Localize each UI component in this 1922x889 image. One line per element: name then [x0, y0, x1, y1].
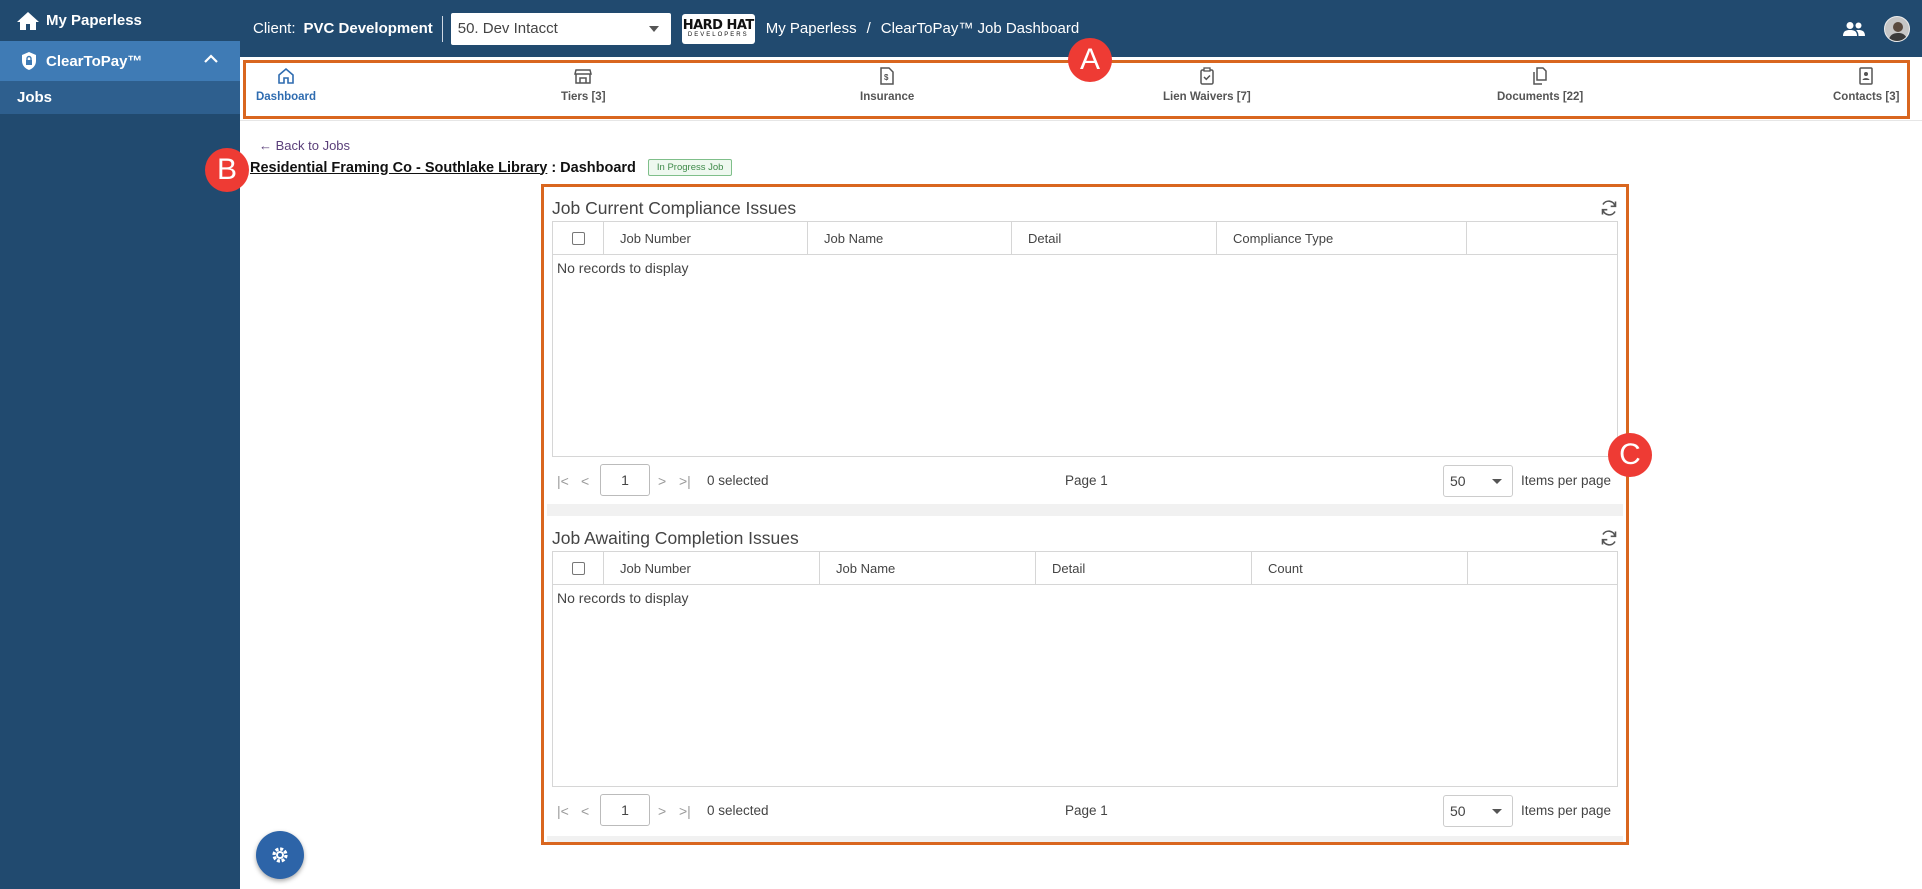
- client-name: PVC Development: [303, 20, 433, 37]
- company-logo: HARD HAT DEVELOPERS: [681, 13, 755, 44]
- column-header[interactable]: Compliance Type: [1217, 222, 1467, 254]
- user-avatar-icon: [1888, 21, 1908, 41]
- client-label: Client:: [253, 20, 296, 37]
- selected-count: 0 selected: [707, 473, 769, 488]
- header-actions: [1842, 0, 1922, 57]
- page-size-select[interactable]: 50: [1443, 465, 1513, 497]
- status-badge: In Progress Job: [647, 159, 733, 176]
- annotation-badge-b: B: [205, 148, 249, 192]
- select-all-cell: [553, 222, 604, 254]
- empty-message: No records to display: [557, 260, 689, 276]
- chevron-down-icon: [1492, 809, 1502, 814]
- column-header[interactable]: Detail: [1036, 552, 1252, 584]
- client-entity-select-value: 50. Dev Intacct: [457, 20, 558, 37]
- sidebar-item-jobs[interactable]: Jobs: [0, 81, 240, 114]
- first-page-icon[interactable]: |<: [557, 803, 569, 819]
- annotation-badge-c: C: [1608, 433, 1652, 477]
- grid-header: Job Number Job Name Detail Compliance Ty…: [553, 222, 1617, 255]
- shield-lock-icon: [22, 52, 36, 70]
- column-header[interactable]: Job Number: [604, 552, 820, 584]
- compliance-grid: Job Number Job Name Detail Compliance Ty…: [552, 221, 1618, 457]
- breadcrumb-my-paperless[interactable]: My Paperless: [766, 20, 857, 37]
- selected-count: 0 selected: [707, 803, 769, 818]
- settings-button[interactable]: [256, 831, 304, 879]
- home-icon: [17, 11, 39, 30]
- awaiting-grid: Job Number Job Name Detail Count No reco…: [552, 551, 1618, 787]
- select-all-cell: [553, 552, 604, 584]
- users-icon[interactable]: [1842, 21, 1866, 37]
- panel-separator: [547, 504, 1623, 516]
- panel-title: Job Current Compliance Issues: [552, 198, 797, 218]
- breadcrumb-current: ClearToPay™ Job Dashboard: [880, 20, 1080, 37]
- column-header-spacer: [1468, 552, 1617, 584]
- column-header-spacer: [1467, 222, 1617, 254]
- column-header[interactable]: Count: [1252, 552, 1468, 584]
- page-indicator: Page 1: [1065, 473, 1108, 488]
- chevron-down-icon: [648, 25, 659, 32]
- select-all-checkbox[interactable]: [571, 561, 585, 575]
- sidebar-home[interactable]: My Paperless: [0, 0, 240, 41]
- pager: |< < 1 > >| 0 selected Page 1 50 Items p…: [552, 457, 1618, 505]
- items-per-page-label: Items per page: [1521, 473, 1612, 488]
- next-page-icon[interactable]: >: [658, 473, 666, 489]
- compliance-issues-panel: Job Current Compliance Issues Job Number…: [552, 198, 1618, 505]
- page-title-suffix: : Dashboard: [551, 159, 636, 176]
- prev-page-icon[interactable]: <: [581, 803, 589, 819]
- last-page-icon[interactable]: >|: [679, 473, 691, 489]
- empty-message: No records to display: [557, 590, 689, 606]
- breadcrumb: My Paperless / ClearToPay™ Job Dashboard: [766, 20, 1079, 37]
- last-page-icon[interactable]: >|: [679, 803, 691, 819]
- page-size-select[interactable]: 50: [1443, 795, 1513, 827]
- column-header[interactable]: Job Name: [808, 222, 1012, 254]
- prev-page-icon[interactable]: <: [581, 473, 589, 489]
- select-all-checkbox[interactable]: [571, 231, 585, 245]
- page-indicator: Page 1: [1065, 803, 1108, 818]
- client-entity-select[interactable]: 50. Dev Intacct: [450, 12, 671, 45]
- items-per-page-label: Items per page: [1521, 803, 1612, 818]
- page-input[interactable]: 1: [600, 464, 650, 496]
- job-name-link[interactable]: Residential Framing Co - Southlake Libra…: [250, 160, 547, 176]
- chevron-down-icon: [1492, 479, 1502, 484]
- sidebar-home-label: My Paperless: [46, 12, 142, 29]
- panel-title: Job Awaiting Completion Issues: [552, 528, 799, 548]
- next-page-icon[interactable]: >: [658, 803, 666, 819]
- first-page-icon[interactable]: |<: [557, 473, 569, 489]
- refresh-icon[interactable]: [1599, 528, 1619, 548]
- sidebar-cleartopay-label: ClearToPay™: [46, 52, 143, 70]
- column-header[interactable]: Detail: [1012, 222, 1217, 254]
- panel-separator: [547, 836, 1623, 842]
- pager: |< < 1 > >| 0 selected Page 1 50 Items p…: [552, 787, 1618, 835]
- back-to-jobs-link[interactable]: ← Back to Jobs: [259, 138, 350, 153]
- sidebar-item-label: Jobs: [17, 89, 53, 106]
- annotation-badge-a: A: [1068, 38, 1112, 82]
- grid-header: Job Number Job Name Detail Count: [553, 552, 1617, 585]
- column-header[interactable]: Job Number: [604, 222, 808, 254]
- sidebar-cleartopay[interactable]: ClearToPay™: [0, 41, 240, 81]
- breadcrumb-separator: /: [866, 20, 871, 37]
- page-input[interactable]: 1: [600, 794, 650, 826]
- page-title: Residential Framing Co - Southlake Libra…: [250, 159, 733, 176]
- chevron-up-icon[interactable]: [204, 54, 218, 64]
- header-divider: [441, 15, 443, 42]
- awaiting-completion-panel: Job Awaiting Completion Issues Job Numbe…: [552, 528, 1618, 835]
- gear-icon: [272, 847, 288, 863]
- refresh-icon[interactable]: [1599, 198, 1619, 218]
- column-header[interactable]: Job Name: [820, 552, 1036, 584]
- avatar[interactable]: [1884, 15, 1910, 42]
- sidebar: My Paperless ClearToPay™ Jobs: [0, 0, 240, 889]
